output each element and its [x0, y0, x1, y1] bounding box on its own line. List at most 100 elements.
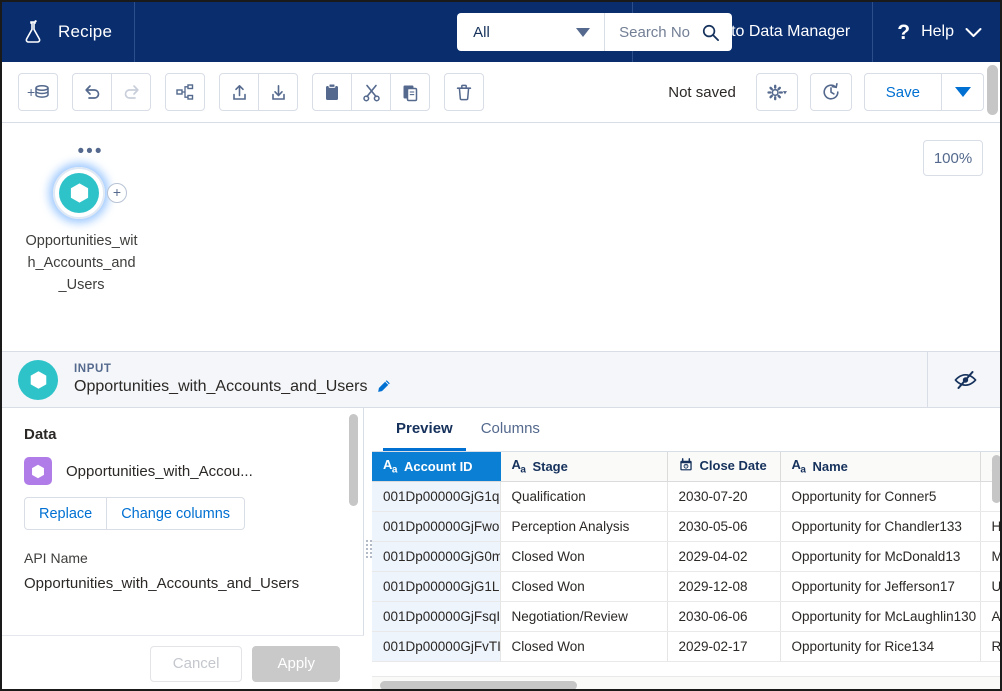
column-header-name[interactable]: Aa Name	[780, 452, 981, 482]
cell-close-date: 2029-02-17	[667, 631, 781, 662]
preview-visibility-toggle[interactable]	[927, 351, 1000, 408]
step-kicker: INPUT	[74, 363, 112, 375]
table-row[interactable]: 001Dp00000GjFvTIAV Closed Won 2029-02-17…	[372, 631, 1000, 662]
toolbar-scrollbar-thumb[interactable]	[987, 65, 998, 115]
table-row[interactable]: 001Dp00000GjG0mIAF Closed Won 2029-04-02…	[372, 541, 1000, 572]
cell-name: Opportunity for Conner5	[780, 481, 981, 512]
app-header: Recipe All Back to Data Manager ? Help	[2, 2, 1000, 62]
toolbar-group-delete	[444, 73, 484, 111]
cell-stage: Closed Won	[500, 541, 668, 572]
detail-panel-footer: Cancel Apply	[2, 635, 364, 689]
node-label: Opportunities_with_Accounts_and_Users	[25, 233, 138, 293]
save-button-group: Save	[863, 73, 984, 111]
cell-stage: Perception Analysis	[500, 511, 668, 542]
cancel-button[interactable]: Cancel	[149, 645, 243, 682]
delete-button[interactable]	[444, 73, 484, 111]
grid-horizontal-scrollbar[interactable]	[372, 676, 1000, 689]
save-button[interactable]: Save	[863, 73, 942, 111]
replace-dataset-button[interactable]: Replace	[24, 497, 108, 530]
recipe-builder-window: Recipe All Back to Data Manager ? Help	[0, 0, 1002, 691]
cell-name: Opportunity for Rice134	[780, 631, 981, 662]
paste-button[interactable]	[312, 73, 352, 111]
grid-vertical-scrollbar-thumb[interactable]	[992, 455, 1000, 503]
cell-name: Opportunity for Chandler133	[780, 511, 981, 542]
step-name-row: Opportunities_with_Accounts_and_Users	[74, 376, 927, 397]
tab-columns[interactable]: Columns	[468, 409, 553, 451]
recipe-history-button[interactable]	[809, 73, 852, 111]
help-label: Help	[921, 23, 954, 40]
selected-dataset-row[interactable]: Opportunities_with_Accou...	[24, 457, 330, 485]
tab-preview[interactable]: Preview	[383, 409, 466, 451]
table-row[interactable]: 001Dp00000GjG1qIAF Qualification 2030-07…	[372, 481, 1000, 512]
apply-button[interactable]: Apply	[252, 645, 340, 682]
column-header-account-id[interactable]: Aa Account ID	[372, 452, 501, 482]
copy-button[interactable]	[390, 73, 430, 111]
tree-layout-button[interactable]	[165, 73, 205, 111]
pencil-icon[interactable]	[376, 379, 391, 394]
zoom-level-control[interactable]: 100%	[923, 140, 983, 176]
cell-account-id: 001Dp00000GjG1LIAV	[372, 571, 501, 602]
redo-button[interactable]	[111, 73, 151, 111]
column-header-stage[interactable]: Aa Stage	[500, 452, 668, 482]
add-input-data-button[interactable]: +	[18, 73, 58, 111]
date-type-icon	[679, 458, 692, 471]
ellipsis-icon[interactable]: •••	[42, 142, 139, 163]
hexagon-node-icon[interactable]	[53, 167, 105, 219]
step-name: Opportunities_with_Accounts_and_Users	[74, 378, 368, 395]
cell-name: Opportunity for McDonald13	[780, 541, 981, 572]
table-row[interactable]: 001Dp00000GjFsqIAF Negotiation/Review 20…	[372, 601, 1000, 632]
preview-grid-wrapper: Aa Account ID Aa Stage Close Date Aa Nam…	[372, 452, 1000, 689]
change-columns-button[interactable]: Change columns	[107, 497, 246, 530]
cell-truncated: R	[980, 631, 1000, 662]
save-options-button[interactable]	[942, 73, 984, 111]
flask-icon	[22, 20, 44, 44]
chevron-down-icon	[576, 27, 591, 37]
step-detail-panel: Data Opportunities_with_Accou... Replace…	[2, 408, 364, 689]
header-middle: All	[135, 2, 733, 62]
hexagon-node-icon	[18, 359, 58, 400]
step-text: INPUT Opportunities_with_Accounts_and_Us…	[74, 362, 927, 397]
column-header-label: Name	[812, 458, 848, 474]
cell-close-date: 2030-07-20	[667, 481, 781, 512]
cell-close-date: 2029-04-02	[667, 541, 781, 572]
recipe-canvas[interactable]: 100% ••• + Opportunities_with_Accounts_a…	[2, 123, 1000, 352]
text-type-icon: Aa	[383, 456, 397, 476]
download-button[interactable]	[258, 73, 298, 111]
question-mark-icon: ?	[897, 20, 911, 44]
table-row[interactable]: 001Dp00000GjFwoIAF Perception Analysis 2…	[372, 511, 1000, 542]
column-header-label: Stage	[532, 458, 568, 474]
column-header-label: Account ID	[403, 458, 473, 474]
cell-name: Opportunity for McLaughlin130	[780, 601, 981, 632]
recipe-node[interactable]: ••• + Opportunities_with_Accounts_and_Us…	[24, 142, 139, 296]
cut-button[interactable]	[351, 73, 391, 111]
brand: Recipe	[2, 2, 136, 62]
text-type-icon: Aa	[511, 456, 526, 476]
cell-truncated: M	[980, 541, 1000, 572]
search-input[interactable]	[617, 22, 698, 42]
detail-panel-scrollbar-thumb[interactable]	[349, 414, 358, 506]
table-row[interactable]: 001Dp00000GjG1LIAV Closed Won 2029-12-08…	[372, 571, 1000, 602]
search-icon[interactable]	[701, 23, 720, 42]
plus-icon[interactable]: +	[107, 183, 127, 203]
toolbar-group-add: +	[18, 73, 58, 111]
toolbar-group-clipboard	[312, 73, 430, 111]
cell-truncated: H	[980, 511, 1000, 542]
cell-stage: Closed Won	[500, 571, 668, 602]
cell-close-date: 2030-06-06	[667, 601, 781, 632]
cell-name: Opportunity for Jefferson17	[780, 571, 981, 602]
data-section-heading: Data	[24, 426, 57, 443]
preview-grid: Aa Account ID Aa Stage Close Date Aa Nam…	[372, 452, 1000, 662]
cell-stage: Qualification	[500, 481, 668, 512]
chevron-down-icon	[954, 87, 971, 97]
cell-stage: Closed Won	[500, 631, 668, 662]
column-header-close-date[interactable]: Close Date	[667, 452, 781, 482]
undo-button[interactable]	[72, 73, 112, 111]
help-menu-button[interactable]: ? Help	[872, 2, 1000, 62]
upload-button[interactable]	[219, 73, 259, 111]
cell-account-id: 001Dp00000GjG1qIAF	[372, 481, 501, 512]
grid-horizontal-scrollbar-thumb[interactable]	[380, 681, 577, 689]
chevron-down-icon	[965, 27, 982, 37]
search-scope-select[interactable]: All	[457, 13, 606, 51]
api-name-label: API Name	[24, 550, 88, 566]
recipe-settings-button[interactable]	[755, 73, 798, 111]
